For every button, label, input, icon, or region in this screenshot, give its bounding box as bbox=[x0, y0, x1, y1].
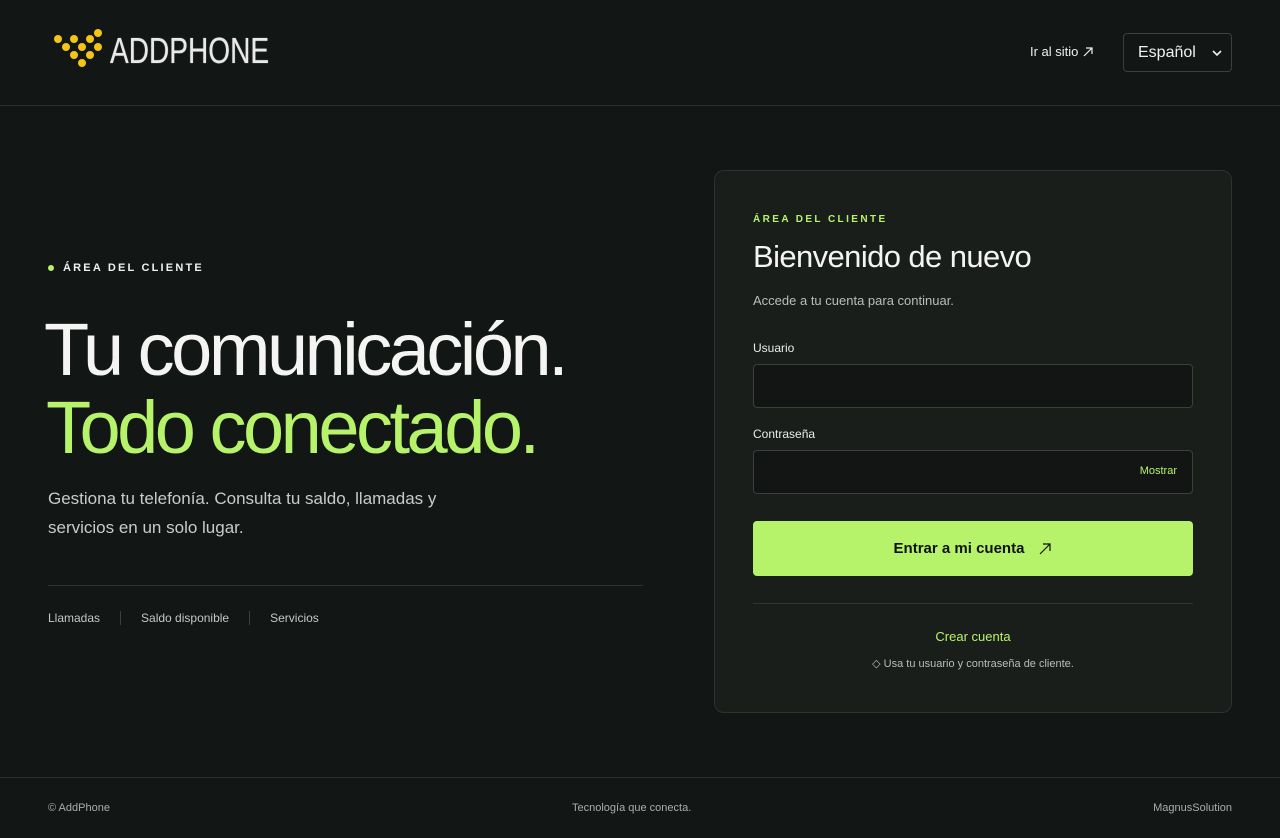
feature-balance: Saldo disponible bbox=[141, 611, 230, 625]
hero-divider bbox=[48, 585, 643, 586]
username-field[interactable] bbox=[753, 364, 1193, 408]
login-eyebrow: ÁREA DEL CLIENTE bbox=[753, 214, 888, 225]
logo-dots-icon bbox=[52, 29, 110, 71]
addphone-logo[interactable]: ADDPHONE bbox=[52, 29, 314, 72]
top-header: ADDPHONE Ir al sitio Español bbox=[0, 0, 1280, 106]
logo-text: ADDPHONE bbox=[110, 30, 270, 71]
feature-calls: Llamadas bbox=[48, 611, 101, 625]
language-select[interactable]: Español bbox=[1123, 33, 1232, 72]
username-label: Usuario bbox=[753, 341, 795, 355]
show-password-button[interactable]: Mostrar bbox=[1140, 465, 1177, 477]
hero-eyebrow-text: ÁREA DEL CLIENTE bbox=[63, 262, 204, 274]
login-subtitle: Accede a tu cuenta para continuar. bbox=[753, 293, 954, 308]
go-to-site-label: Ir al sitio bbox=[1030, 44, 1079, 59]
create-account-link[interactable]: Crear cuenta bbox=[715, 629, 1231, 644]
footer-tagline: Tecnología que conecta. bbox=[572, 802, 692, 814]
password-label: Contraseña bbox=[753, 427, 816, 441]
submit-label: Entrar a mi cuenta bbox=[893, 540, 1025, 557]
go-to-site-link[interactable]: Ir al sitio bbox=[1030, 44, 1094, 59]
hero-description: Gestiona tu telefonía. Consulta tu saldo… bbox=[48, 489, 437, 537]
feature-services: Servicios bbox=[270, 611, 319, 625]
feature-list: Llamadas Saldo disponible Servicios bbox=[48, 611, 319, 625]
login-card: ÁREA DEL CLIENTE Bienvenido de nuevo Acc… bbox=[714, 170, 1232, 713]
login-title: Bienvenido de nuevo bbox=[753, 239, 1032, 274]
password-field[interactable]: Mostrar bbox=[753, 450, 1193, 494]
hero-headline-line2: Todo conectado. bbox=[46, 386, 540, 469]
page-footer: © AddPhone Tecnología que conecta. Magnu… bbox=[0, 777, 1280, 838]
feature-separator bbox=[249, 611, 251, 625]
login-hint: ◇ Usa tu usuario y contraseña de cliente… bbox=[872, 658, 1074, 670]
bullet-dot-icon bbox=[48, 265, 54, 271]
hero-eyebrow: ÁREA DEL CLIENTE bbox=[48, 262, 204, 274]
arrow-up-right-icon bbox=[1083, 46, 1094, 56]
hero-headline-line1: Tu comunicación. bbox=[44, 308, 569, 391]
login-submit-button[interactable]: Entrar a mi cuenta bbox=[753, 521, 1193, 576]
arrow-up-right-icon bbox=[1040, 542, 1052, 554]
chevron-down-icon bbox=[1212, 50, 1222, 57]
footer-credit[interactable]: MagnusSolution bbox=[1153, 802, 1232, 814]
language-selected: Español bbox=[1138, 43, 1196, 61]
card-divider bbox=[753, 603, 1193, 604]
footer-copyright: © AddPhone bbox=[48, 802, 110, 814]
feature-separator bbox=[120, 611, 122, 625]
